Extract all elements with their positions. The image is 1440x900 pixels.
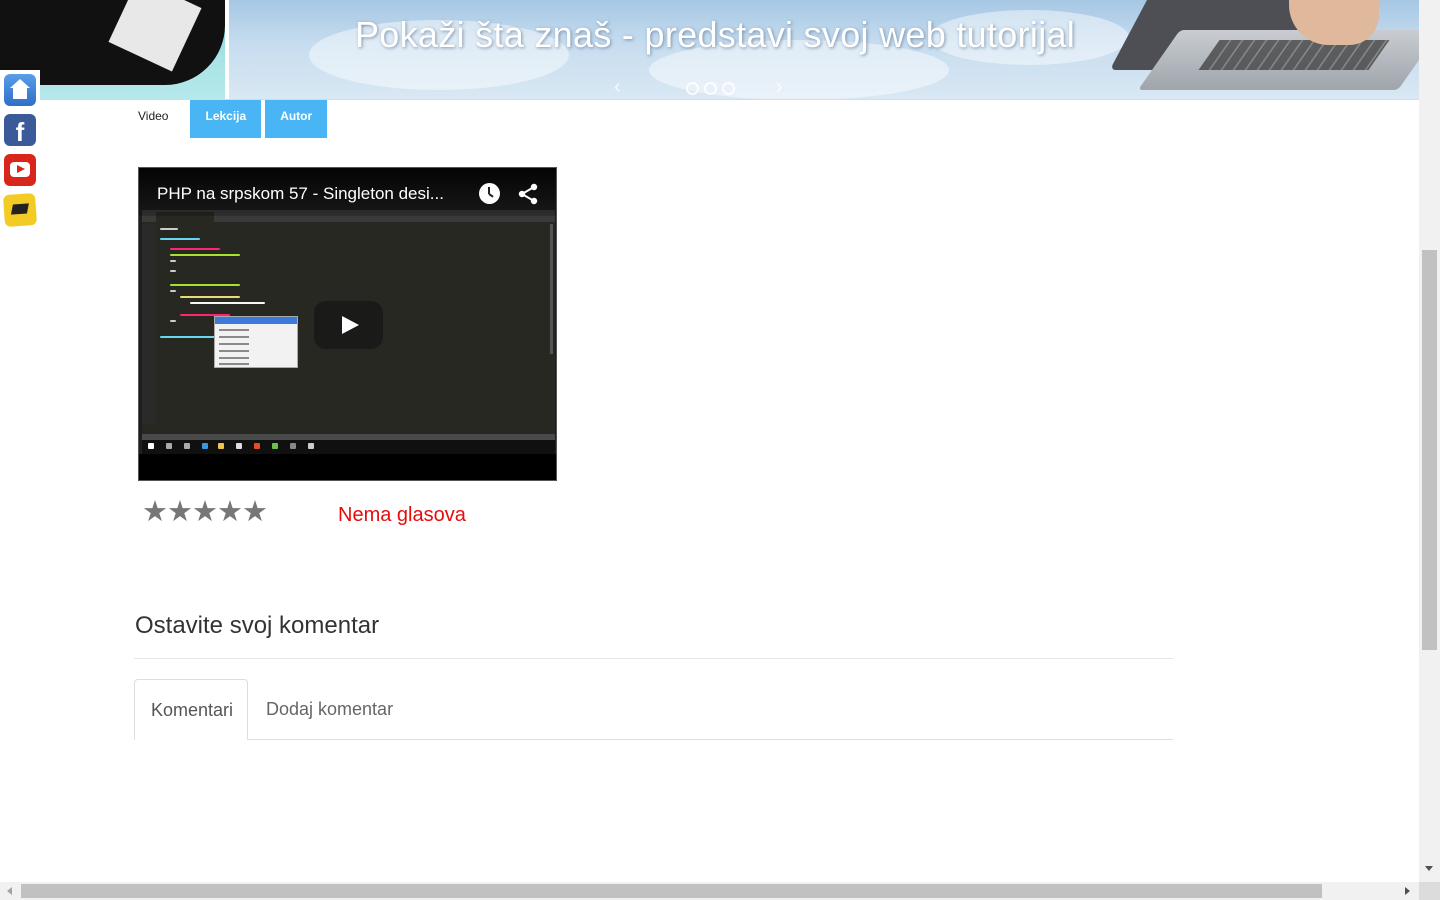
vertical-scrollbar[interactable]: [1419, 0, 1440, 882]
comment-heading: Ostavite svoj komentar: [135, 612, 380, 639]
video-player[interactable]: PHP na srpskom 57 - Singleton desi...: [138, 167, 557, 481]
slider-dot[interactable]: [704, 82, 717, 95]
tab-komentari[interactable]: Komentari: [134, 679, 248, 740]
star-icon[interactable]: ★: [242, 494, 268, 528]
tab-autor[interactable]: Autor: [265, 100, 328, 138]
tab-video[interactable]: Video: [130, 100, 187, 138]
slider-prev-arrow-icon[interactable]: ‹: [614, 76, 621, 99]
horizontal-scrollbar[interactable]: [0, 882, 1419, 900]
slider-dot[interactable]: [722, 82, 735, 95]
page: Pokaži šta znaš - predstavi svoj web tut…: [0, 0, 1440, 900]
slider-dot[interactable]: [686, 82, 699, 95]
scroll-left-arrow-icon[interactable]: [7, 887, 12, 895]
horizontal-scroll-thumb[interactable]: [21, 884, 1322, 898]
star-rating: ★ ★ ★ ★ ★: [142, 494, 268, 528]
content-tabs: Video Lekcija Autor: [130, 100, 331, 138]
play-icon[interactable]: [314, 301, 383, 349]
star-icon[interactable]: ★: [167, 494, 193, 528]
slider-next-arrow-icon[interactable]: ›: [776, 76, 783, 99]
banner-slider: Pokaži šta znaš - predstavi svoj web tut…: [0, 0, 1419, 100]
social-sidebar: f: [0, 70, 40, 234]
star-icon[interactable]: ★: [217, 494, 243, 528]
comment-tabs: Komentari Dodaj komentar: [134, 679, 1173, 740]
video-title[interactable]: PHP na srpskom 57 - Singleton desi...: [157, 184, 444, 204]
youtube-icon[interactable]: [4, 154, 36, 186]
star-icon[interactable]: ★: [192, 494, 218, 528]
scroll-right-arrow-icon[interactable]: [1405, 887, 1410, 895]
tab-lekcija[interactable]: Lekcija: [190, 100, 262, 138]
votes-status: Nema glasova: [338, 504, 466, 526]
share-icon[interactable]: [516, 182, 540, 206]
banner-title: Pokaži šta znaš - predstavi svoj web tut…: [355, 14, 1076, 55]
scrollbar-corner: [1419, 882, 1440, 900]
note-icon[interactable]: [2, 192, 38, 228]
home-icon[interactable]: [4, 74, 36, 106]
scroll-down-arrow-icon[interactable]: [1425, 866, 1433, 871]
laptop-image: [1089, 0, 1419, 99]
divider: [134, 658, 1173, 659]
vertical-scroll-thumb[interactable]: [1422, 250, 1437, 650]
star-icon[interactable]: ★: [142, 494, 168, 528]
slider-dots: [686, 82, 735, 95]
tab-dodaj-komentar[interactable]: Dodaj komentar: [250, 679, 409, 740]
clock-icon[interactable]: [479, 183, 500, 204]
facebook-icon[interactable]: f: [4, 114, 36, 147]
